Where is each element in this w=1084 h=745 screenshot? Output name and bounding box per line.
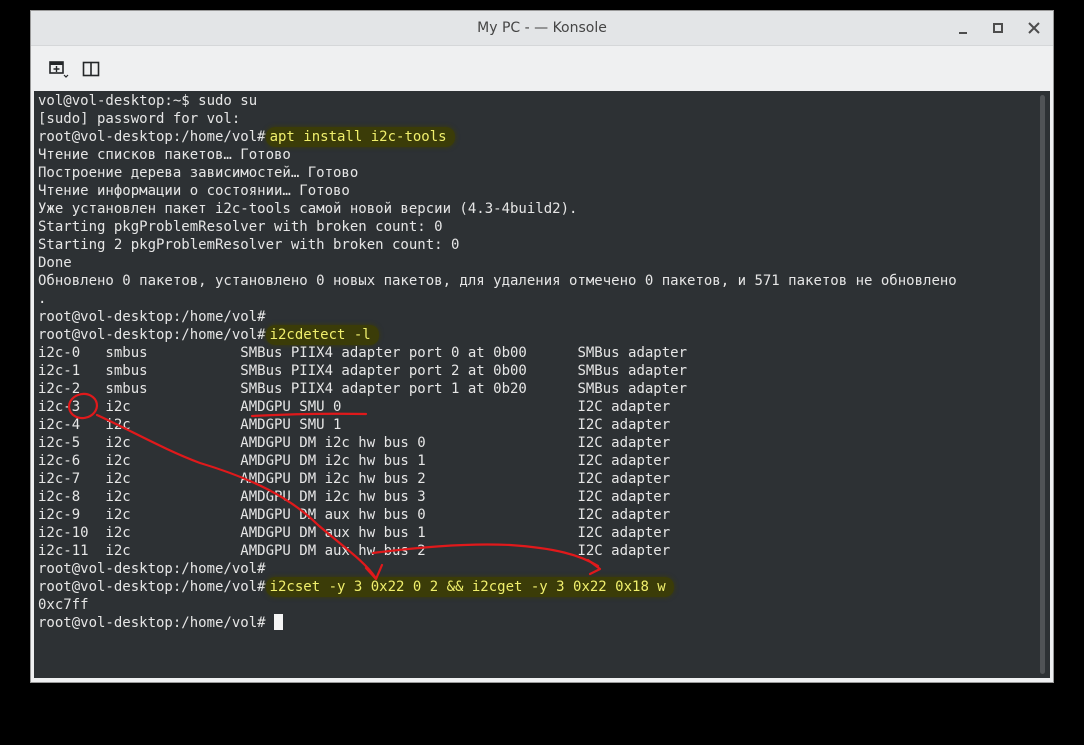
line-text: i2c-5 i2c AMDGPU DM i2c hw bus 0 I2C ada… [38, 435, 671, 451]
terminal-line: 0xc7ff [38, 596, 957, 614]
split-view-button[interactable] [81, 59, 103, 79]
close-icon [1028, 22, 1040, 34]
minimize-icon [959, 32, 967, 34]
line-text: Обновлено 0 пакетов, установлено 0 новых… [38, 273, 957, 289]
terminal-line: i2c-10 i2c AMDGPU DM aux hw bus 1 I2C ad… [38, 524, 957, 542]
line-text: Уже установлен пакет i2c-tools самой нов… [38, 201, 578, 217]
terminal-line: i2c-2 smbus SMBus PIIX4 adapter port 1 a… [38, 380, 957, 398]
terminal-line: root@vol-desktop:/home/vol# i2cset -y 3 0… [38, 577, 957, 597]
terminal-line: i2c-4 i2c AMDGPU SMU 1 I2C adapter [38, 416, 957, 434]
konsole-window: My PC - — Konsole vol@vol-desktop:~$ sud… [31, 11, 1053, 682]
terminal-line: Done [38, 254, 957, 272]
terminal-view[interactable]: vol@vol-desktop:~$ sudo su [sudo] passwor… [34, 91, 1050, 678]
line-text: Чтение списков пакетов… Готово [38, 147, 291, 163]
line-text: vol@vol-desktop:~$ sudo su [38, 93, 258, 109]
terminal-line: i2c-5 i2c AMDGPU DM i2c hw bus 0 I2C ada… [38, 434, 957, 452]
shell-prompt: root@vol-desktop:/home/vol# [38, 327, 266, 343]
terminal-line: . [38, 290, 957, 308]
terminal-line: i2c-8 i2c AMDGPU DM i2c hw bus 3 I2C ada… [38, 488, 957, 506]
terminal-line: root@vol-desktop:/home/vol# apt install i… [38, 127, 957, 147]
shell-prompt: root@vol-desktop:/home/vol# [38, 615, 266, 631]
line-text: Done [38, 255, 72, 271]
shell-prompt: root@vol-desktop:/home/vol# [38, 129, 266, 145]
line-text: i2c-9 i2c AMDGPU DM aux hw bus 0 I2C ada… [38, 507, 671, 523]
terminal-line: i2c-7 i2c AMDGPU DM i2c hw bus 2 I2C ada… [38, 470, 957, 488]
line-text: Чтение информации о состоянии… Готово [38, 183, 350, 199]
maximize-icon [993, 23, 1003, 33]
terminal-line: i2c-0 smbus SMBus PIIX4 adapter port 0 a… [38, 344, 957, 362]
line-text: i2c-10 i2c AMDGPU DM aux hw bus 1 I2C ad… [38, 525, 671, 541]
line-text: i2c-7 i2c AMDGPU DM i2c hw bus 2 I2C ada… [38, 471, 671, 487]
toolbar [31, 46, 1053, 91]
highlighted-command: apt install i2c-tools [265, 127, 455, 147]
terminal-line: i2c-9 i2c AMDGPU DM aux hw bus 0 I2C ada… [38, 506, 957, 524]
line-text: 0xc7ff [38, 597, 89, 613]
scrollbar[interactable] [1040, 95, 1045, 674]
title-bar[interactable]: My PC - — Konsole [31, 11, 1053, 46]
line-text: i2c-8 i2c AMDGPU DM i2c hw bus 3 I2C ada… [38, 489, 671, 505]
terminal-line: Чтение информации о состоянии… Готово [38, 182, 957, 200]
split-view-icon [82, 61, 100, 77]
line-text: Построение дерева зависимостей… Готово [38, 165, 359, 181]
line-text: i2c-4 i2c AMDGPU SMU 1 I2C adapter [38, 417, 671, 433]
terminal-line: Starting pkgProblemResolver with broken … [38, 218, 957, 236]
terminal-line: root@vol-desktop:/home/vol# [38, 614, 957, 632]
terminal-line: Уже установлен пакет i2c-tools самой нов… [38, 200, 957, 218]
line-text: root@vol-desktop:/home/vol# [38, 309, 266, 325]
terminal-line: i2c-1 smbus SMBus PIIX4 adapter port 2 a… [38, 362, 957, 380]
line-text: . [38, 291, 47, 307]
maximize-button[interactable] [987, 17, 1009, 39]
terminal-line: vol@vol-desktop:~$ sudo su [38, 92, 957, 110]
terminal-line: [sudo] password for vol: [38, 110, 957, 128]
window-title: My PC - — Konsole [477, 20, 607, 36]
close-button[interactable] [1023, 17, 1045, 39]
shell-prompt: root@vol-desktop:/home/vol# [38, 579, 266, 595]
line-text: i2c-3 i2c AMDGPU SMU 0 I2C adapter [38, 399, 671, 415]
line-text: Starting pkgProblemResolver with broken … [38, 219, 443, 235]
line-text: i2c-11 i2c AMDGPU DM aux hw bus 2 I2C ad… [38, 543, 671, 559]
line-text: [sudo] password for vol: [38, 111, 241, 127]
terminal-line: i2c-3 i2c AMDGPU SMU 0 I2C adapter [38, 398, 957, 416]
terminal-line: root@vol-desktop:/home/vol# [38, 308, 957, 326]
highlighted-command: i2cset -y 3 0x22 0 2 && i2cget -y 3 0x22… [265, 577, 674, 597]
text-cursor [274, 614, 284, 630]
terminal-line: root@vol-desktop:/home/vol# i2cdetect -l [38, 325, 957, 345]
terminal-line: Чтение списков пакетов… Готово [38, 146, 957, 164]
terminal-line: Обновлено 0 пакетов, установлено 0 новых… [38, 272, 957, 290]
highlighted-command: i2cdetect -l [265, 325, 379, 345]
terminal-line: root@vol-desktop:/home/vol# [38, 560, 957, 578]
line-text: Starting 2 pkgProblemResolver with broke… [38, 237, 460, 253]
terminal-line: Построение дерева зависимостей… Готово [38, 164, 957, 182]
new-tab-icon [49, 61, 69, 78]
terminal-line: i2c-11 i2c AMDGPU DM aux hw bus 2 I2C ad… [38, 542, 957, 560]
line-text: i2c-2 smbus SMBus PIIX4 adapter port 1 a… [38, 381, 688, 397]
line-text: i2c-0 smbus SMBus PIIX4 adapter port 0 a… [38, 345, 688, 361]
line-text: i2c-1 smbus SMBus PIIX4 adapter port 2 a… [38, 363, 688, 379]
terminal-line: Starting 2 pkgProblemResolver with broke… [38, 236, 957, 254]
line-text: root@vol-desktop:/home/vol# [38, 561, 266, 577]
terminal-line: i2c-6 i2c AMDGPU DM i2c hw bus 1 I2C ada… [38, 452, 957, 470]
new-tab-button[interactable] [47, 59, 69, 79]
minimize-button[interactable] [952, 17, 974, 39]
terminal-output: vol@vol-desktop:~$ sudo su [sudo] passwor… [38, 92, 957, 632]
line-text: i2c-6 i2c AMDGPU DM i2c hw bus 1 I2C ada… [38, 453, 671, 469]
